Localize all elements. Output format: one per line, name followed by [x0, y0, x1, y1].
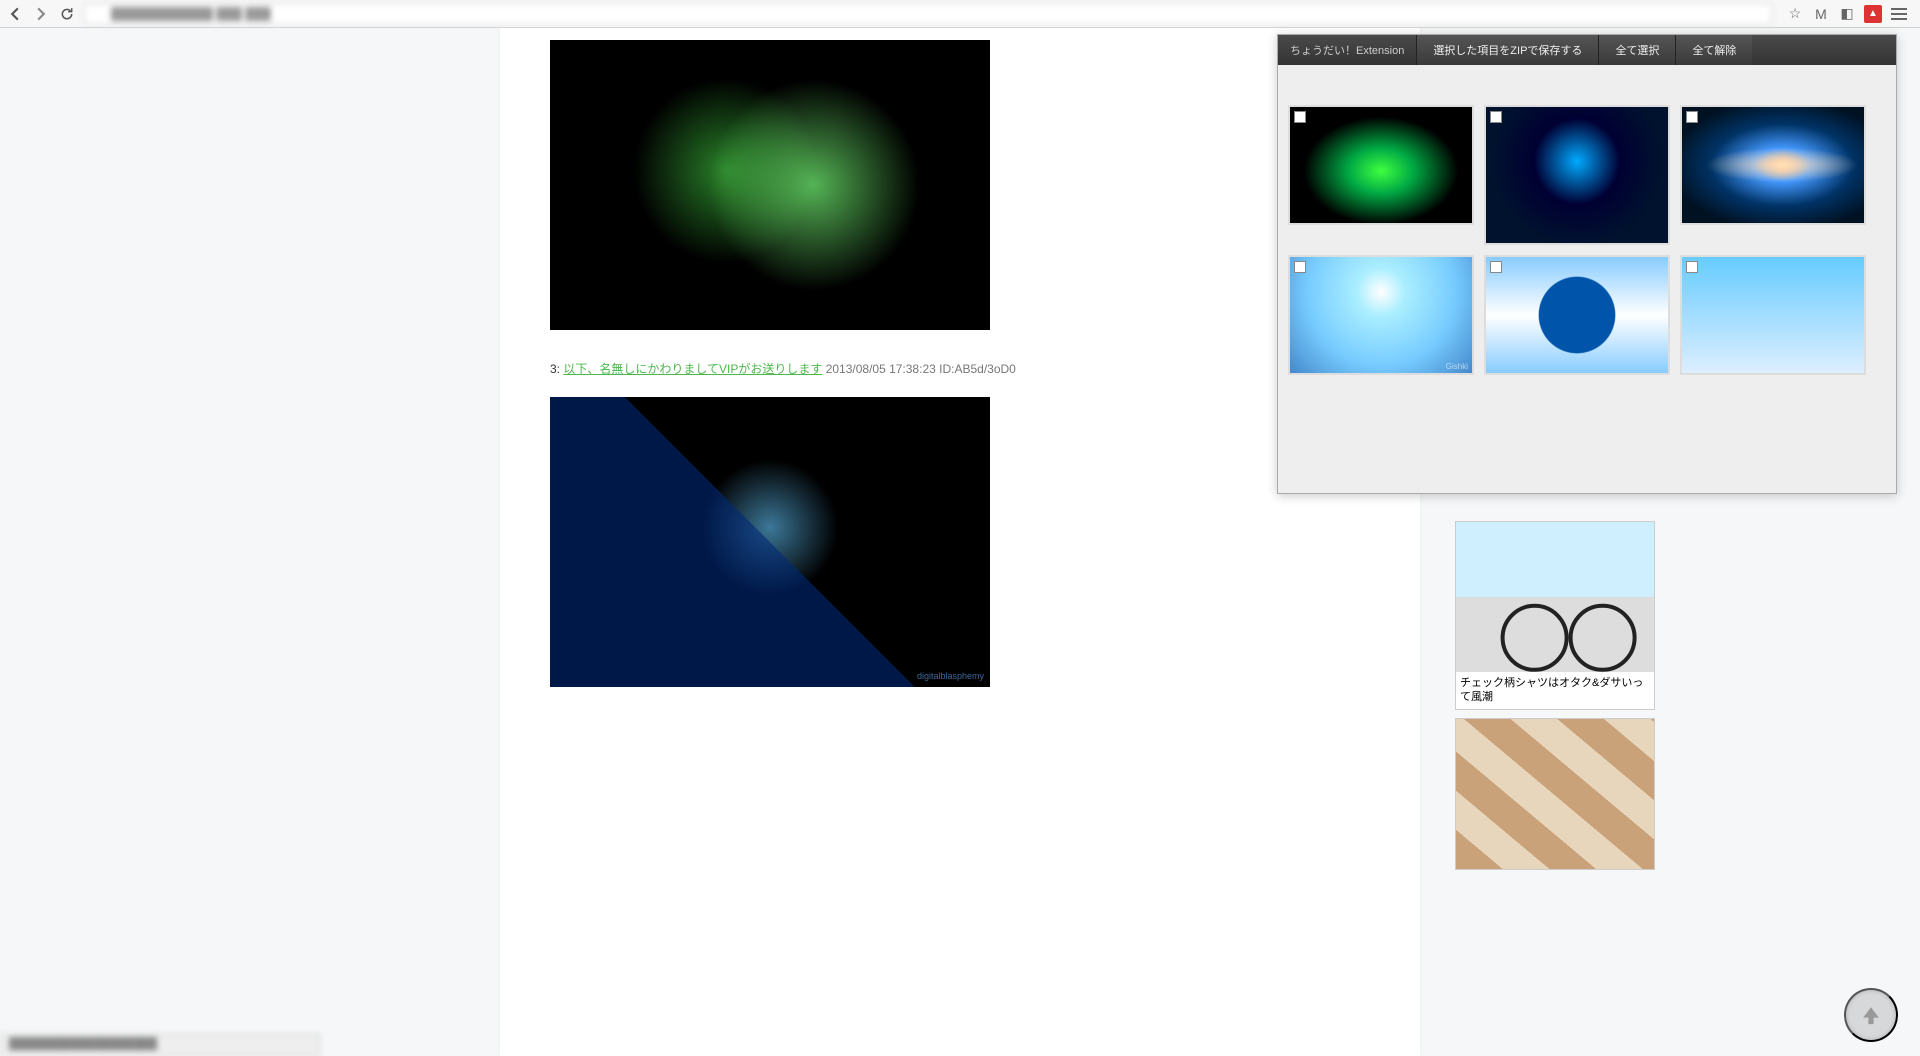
thumb-sky-burst[interactable]	[1484, 255, 1670, 375]
thumb-checkbox[interactable]	[1490, 111, 1502, 123]
extension-thumbnail-grid[interactable]: Gishki	[1278, 65, 1896, 493]
post-image-green-abstract[interactable]	[550, 40, 990, 330]
address-bar[interactable]	[84, 3, 1772, 25]
save-zip-button[interactable]: 選択した項目をZIPで保存する	[1416, 35, 1598, 65]
thumb-checkbox[interactable]	[1686, 261, 1698, 273]
thumb-sky-anime[interactable]	[1680, 255, 1866, 375]
star-icon[interactable]: ☆	[1786, 5, 1804, 23]
status-bar: ███████████████████	[0, 1034, 320, 1056]
sidebar-card-1[interactable]: チェック柄シャツはオタク&ダサいって風潮	[1455, 521, 1655, 710]
thumb-checkbox[interactable]	[1490, 261, 1502, 273]
scroll-to-top-button[interactable]	[1844, 988, 1898, 1042]
post-uid: ID:AB5d/3oD0	[939, 362, 1016, 376]
arrow-left-icon	[8, 7, 22, 21]
arrow-right-icon	[34, 7, 48, 21]
reload-icon	[60, 7, 74, 21]
extension-b-icon[interactable]: ▲	[1864, 5, 1882, 23]
post-image-blue-cubes[interactable]: digitalblasphemy	[550, 397, 990, 687]
thumb-sky-sun[interactable]: Gishki	[1288, 255, 1474, 375]
thumb-galaxy[interactable]	[1680, 105, 1866, 225]
arrow-up-icon	[1858, 1002, 1884, 1028]
forward-button[interactable]	[32, 5, 50, 23]
post-timestamp: 2013/08/05 17:38:23	[826, 362, 936, 376]
thumb-checkbox[interactable]	[1294, 111, 1306, 123]
sidebar-card-2[interactable]	[1455, 718, 1655, 870]
thumb-blue-cubes[interactable]	[1484, 105, 1670, 245]
reload-button[interactable]	[58, 5, 76, 23]
sidebar-card-1-caption: チェック柄シャツはオタク&ダサいって風潮	[1456, 672, 1654, 709]
back-button[interactable]	[6, 5, 24, 23]
extension-title: ちょうだい！Extension	[1278, 42, 1416, 58]
hamburger-icon	[1891, 8, 1907, 20]
thumb-caption: Gishki	[1446, 362, 1468, 371]
extension-toolbar: ちょうだい！Extension 選択した項目をZIPで保存する 全て選択 全て解…	[1278, 35, 1896, 65]
image-watermark: digitalblasphemy	[917, 671, 984, 681]
extension-a-icon[interactable]: ◧	[1838, 5, 1856, 23]
poster-name-link[interactable]: 以下、名無しにかわりましてVIPがお送りします	[563, 362, 822, 376]
thumb-checkbox[interactable]	[1294, 261, 1306, 273]
browser-chrome: ☆ M ◧ ▲	[0, 0, 1920, 28]
select-all-button[interactable]: 全て選択	[1598, 35, 1675, 65]
thumb-checkbox[interactable]	[1686, 111, 1698, 123]
menu-button[interactable]	[1890, 5, 1908, 23]
gmail-icon[interactable]: M	[1812, 5, 1830, 23]
thumb-green-abstract[interactable]	[1288, 105, 1474, 225]
sidebar-card-2-image	[1456, 719, 1654, 869]
post-number: 3:	[550, 362, 560, 376]
extension-popup: ちょうだい！Extension 選択した項目をZIPで保存する 全て選択 全て解…	[1277, 34, 1897, 494]
sidebar-card-1-image	[1456, 522, 1654, 672]
deselect-all-button[interactable]: 全て解除	[1675, 35, 1752, 65]
